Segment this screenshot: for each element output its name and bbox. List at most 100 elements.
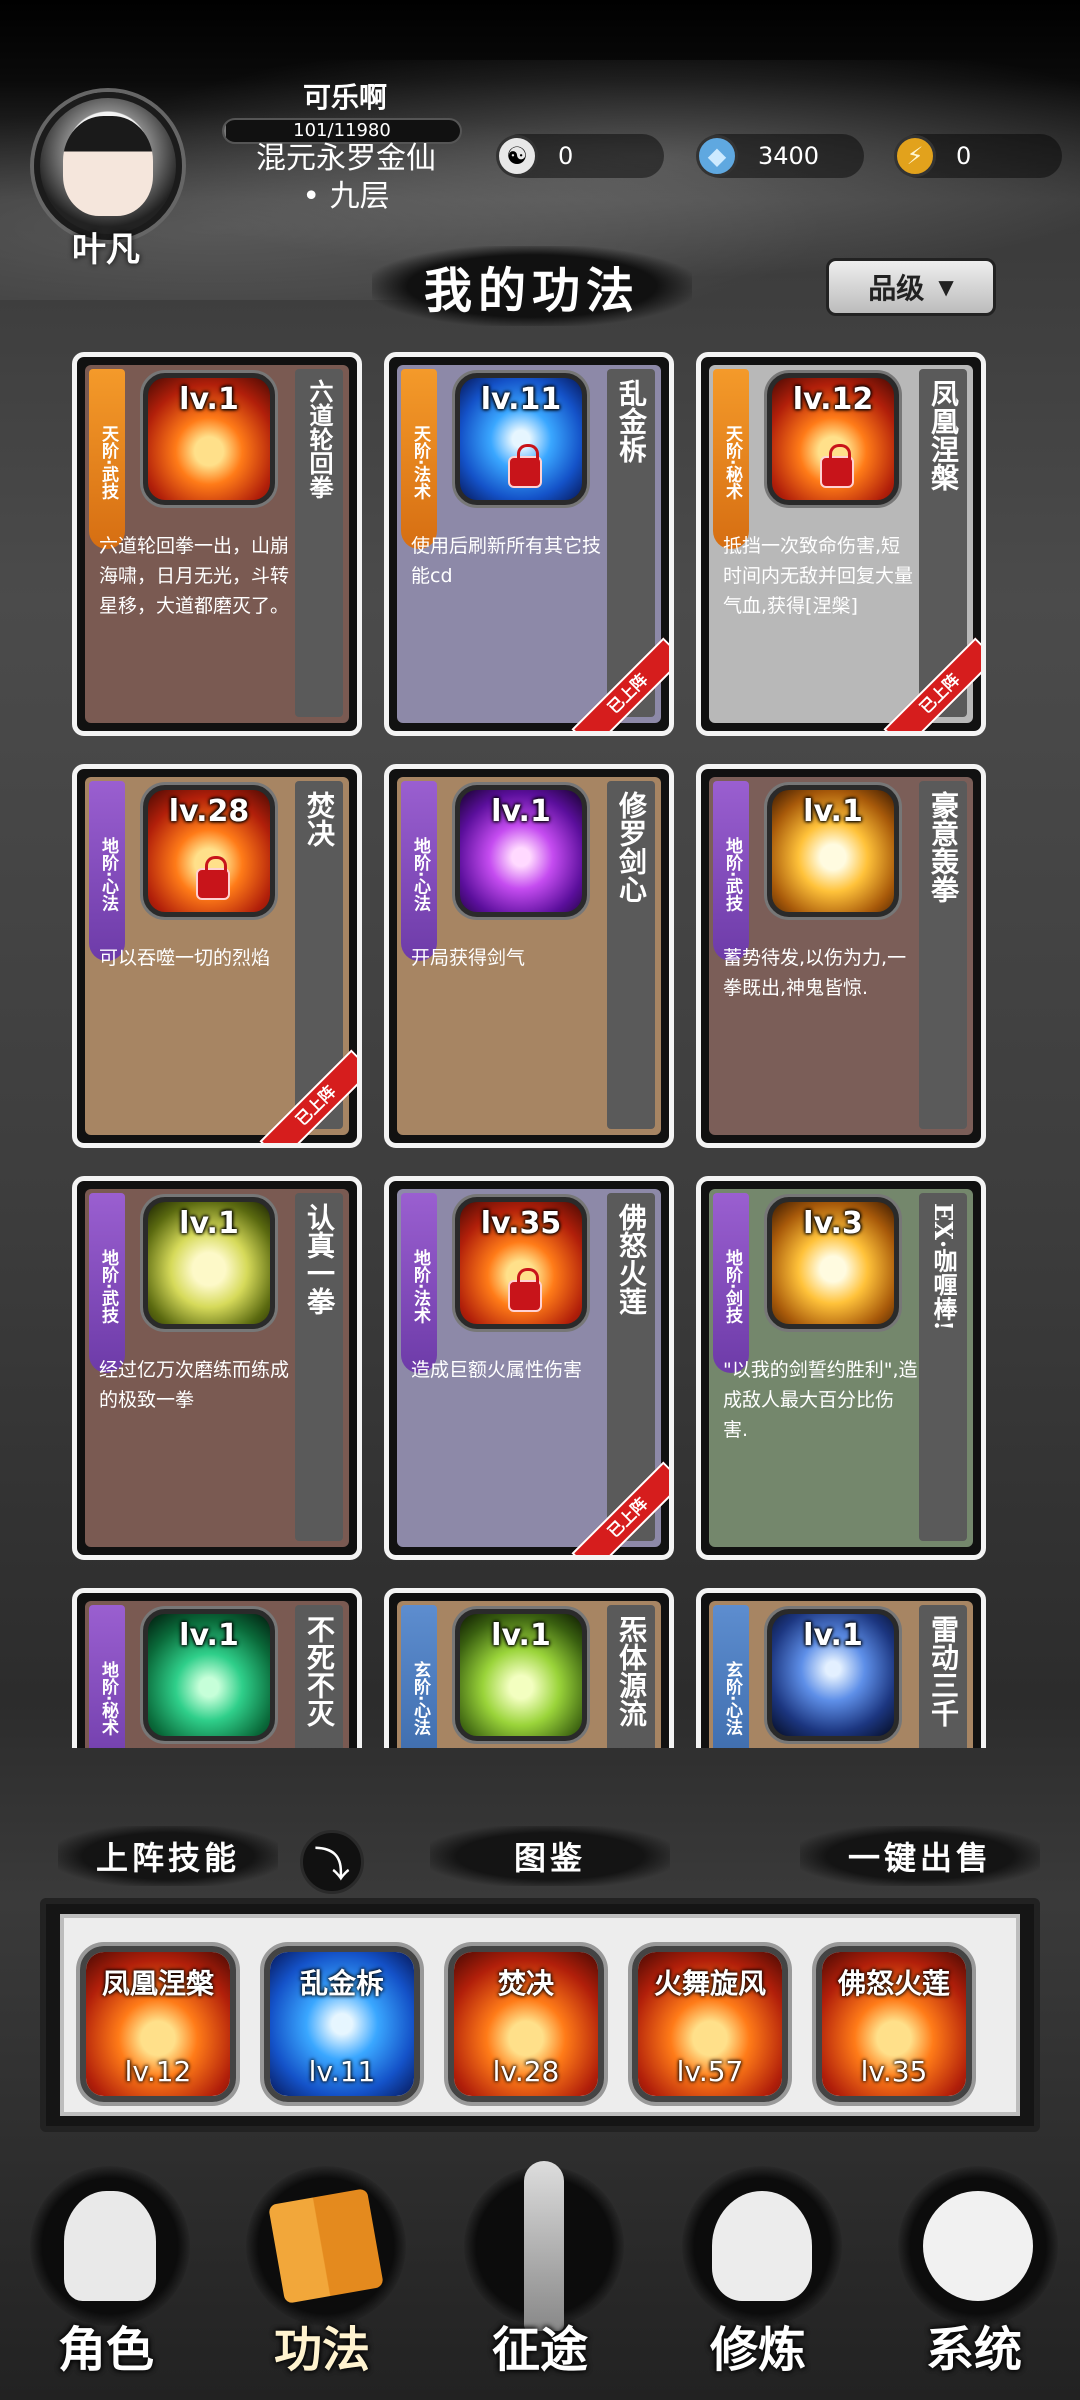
resource-value: 0 bbox=[558, 142, 574, 170]
skill-grade-tag: 玄阶·心法 bbox=[713, 1605, 749, 1748]
skill-grid[interactable]: 天阶·武技 lv.1 六道轮回拳 六道轮回拳一出，山崩海啸，日月无光，斗转星移，大道都… bbox=[72, 352, 1002, 1748]
skill-card[interactable]: 地阶·心法 lv.1 修罗剑心 开局获得剑气 bbox=[384, 764, 674, 1148]
slot-skill-name: 焚决 bbox=[497, 1967, 554, 2000]
lock-icon bbox=[508, 444, 542, 488]
nav-item-character[interactable]: 角色 bbox=[6, 2148, 206, 2388]
skill-card[interactable]: 地阶·秘术 lv.1 不死不灭 bbox=[72, 1588, 362, 1748]
skill-description: 经过亿万次磨练而练成的极致一拳 bbox=[99, 1359, 290, 1411]
skill-description: 使用后刷新所有其它技能cd bbox=[411, 535, 602, 587]
nav-figure bbox=[923, 2191, 1033, 2301]
arrow-down-icon[interactable]: ⤵ bbox=[300, 1830, 364, 1894]
slot-skill-level: lv.28 bbox=[492, 2055, 560, 2088]
skill-grade-tag: 地阶·秘术 bbox=[89, 1605, 125, 1748]
nav-figure bbox=[268, 2188, 384, 2304]
nav-label: 角色 bbox=[57, 2322, 154, 2378]
skill-grade-tag: 天阶·法术 bbox=[401, 369, 437, 549]
system-icon bbox=[898, 2166, 1058, 2326]
skill-description: 造成巨额火属性伤害 bbox=[411, 1359, 583, 1381]
lightning-icon: ⚡ bbox=[894, 135, 936, 177]
skill-name: EX·咖喱棒! bbox=[919, 1193, 967, 1541]
skill-icon: lv.1 bbox=[455, 785, 587, 917]
skill-card-body: 地阶·法术 lv.35 佛怒火莲 造成巨额火属性伤害 已上阵 bbox=[397, 1189, 669, 1555]
skill-card[interactable]: 天阶·秘术 lv.12 凤凰涅槃 抵挡一次致命伤害,短时间内无敌并回复大量气血,获得[… bbox=[696, 352, 986, 736]
skill-card-body: 地阶·武技 lv.1 豪意轰拳 蓄势待发,以伤为力,一拳既出,神鬼皆惊. bbox=[709, 777, 973, 1135]
skill-card-body: 天阶·武技 lv.1 六道轮回拳 六道轮回拳一出，山崩海啸，日月无光，斗转星移，大道都… bbox=[85, 365, 349, 723]
resource-gem[interactable]: ◆ 3400 bbox=[696, 134, 864, 178]
resource-value: 3400 bbox=[758, 142, 820, 170]
skill-card[interactable]: 玄阶·心法 lv.1 炁体源流 bbox=[384, 1588, 674, 1748]
skill-level: lv.1 bbox=[179, 1206, 239, 1241]
skill-card[interactable]: 玄阶·心法 lv.1 雷动三千 bbox=[696, 1588, 986, 1748]
skill-level: lv.3 bbox=[803, 1206, 863, 1241]
skill-level: lv.1 bbox=[179, 1618, 239, 1653]
lock-icon bbox=[508, 1268, 542, 1312]
sort-by-grade-button[interactable]: 品级 ▼ bbox=[826, 258, 996, 316]
skill-icon: lv.1 bbox=[143, 373, 275, 505]
yin-yang-icon: ☯ bbox=[496, 135, 538, 177]
resource-yinyang[interactable]: ☯ 0 bbox=[496, 134, 664, 178]
skill-icon: lv.28 bbox=[143, 785, 275, 917]
skill-icon: lv.35 bbox=[455, 1197, 587, 1329]
skill-card[interactable]: 地阶·武技 lv.1 认真一拳 经过亿万次磨练而练成的极致一拳 bbox=[72, 1176, 362, 1560]
skill-icon: lv.1 bbox=[455, 1609, 587, 1741]
skill-card-body: 玄阶·心法 lv.1 炁体源流 bbox=[397, 1601, 661, 1748]
crystal-gem-icon: ◆ bbox=[696, 135, 738, 177]
skill-icon: lv.12 bbox=[767, 373, 899, 505]
skill-card[interactable]: 地阶·心法 lv.28 焚决 可以吞噬一切的烈焰 已上阵 bbox=[72, 764, 362, 1148]
skill-grade-tag: 地阶·武技 bbox=[713, 781, 749, 961]
sort-label: 品级 bbox=[868, 272, 925, 305]
realm-tier: • 九层 bbox=[302, 179, 390, 214]
chevron-down-icon: ▼ bbox=[938, 275, 954, 299]
skill-name: 不死不灭 bbox=[295, 1605, 343, 1748]
skill-level: lv.12 bbox=[792, 382, 874, 417]
skill-icon: lv.3 bbox=[767, 1197, 899, 1329]
skill-grade-tag: 地阶·心法 bbox=[89, 781, 125, 961]
equipped-slot[interactable]: 火舞旋风 lv.57 bbox=[632, 1946, 788, 2102]
slot-skill-name: 凤凰涅槃 bbox=[101, 1967, 214, 2000]
skill-card[interactable]: 天阶·武技 lv.1 六道轮回拳 六道轮回拳一出，山崩海啸，日月无光，斗转星移，大道都… bbox=[72, 352, 362, 736]
skill-grade-tag: 地阶·法术 bbox=[401, 1193, 437, 1373]
exp-text: 101/11980 bbox=[293, 120, 391, 141]
nav-figure bbox=[524, 2161, 564, 2331]
player-avatar[interactable] bbox=[34, 92, 182, 240]
nav-item-skill-book[interactable]: 功法 bbox=[222, 2148, 422, 2388]
skill-description: 六道轮回拳一出，山崩海啸，日月无光，斗转星移，大道都磨灭了。 bbox=[99, 535, 290, 617]
skill-level: lv.1 bbox=[803, 794, 863, 829]
skill-card[interactable]: 地阶·法术 lv.35 佛怒火莲 造成巨额火属性伤害 已上阵 bbox=[384, 1176, 674, 1560]
skill-description: 可以吞噬一切的烈焰 bbox=[99, 947, 271, 969]
skill-name: 豪意轰拳 bbox=[919, 781, 967, 1129]
nav-item-meditation[interactable]: 修炼 bbox=[658, 2148, 858, 2388]
skill-description: 开局获得剑气 bbox=[411, 947, 526, 969]
skill-grade-tag: 地阶·心法 bbox=[401, 781, 437, 961]
realm-name: 混元永罗金仙 bbox=[256, 141, 436, 176]
nav-item-sword-journey[interactable]: 征途 bbox=[440, 2148, 640, 2388]
nav-figure bbox=[64, 2191, 156, 2301]
resource-energy[interactable]: ⚡ 0 bbox=[894, 134, 1062, 178]
skill-level: lv.1 bbox=[491, 794, 551, 829]
nav-label: 修炼 bbox=[709, 2322, 806, 2378]
codex-button[interactable]: 图鉴 bbox=[430, 1826, 670, 1886]
sell-all-button[interactable]: 一键出售 bbox=[800, 1826, 1040, 1886]
skill-name: 修罗剑心 bbox=[607, 781, 655, 1129]
skill-card[interactable]: 地阶·剑技 lv.3 EX·咖喱棒! "以我的剑誓约胜利",造成敌人最大百分比伤害. bbox=[696, 1176, 986, 1560]
skill-level: lv.1 bbox=[491, 1618, 551, 1653]
equipped-slot[interactable]: 佛怒火莲 lv.35 bbox=[816, 1946, 972, 2102]
skill-card[interactable]: 地阶·武技 lv.1 豪意轰拳 蓄势待发,以伤为力,一拳既出,神鬼皆惊. bbox=[696, 764, 986, 1148]
nav-label: 功法 bbox=[273, 2322, 370, 2378]
skill-card-body: 天阶·法术 lv.11 乱金柝 使用后刷新所有其它技能cd 已上阵 bbox=[397, 365, 669, 731]
equipped-slot[interactable]: 乱金柝 lv.11 bbox=[264, 1946, 420, 2102]
skill-icon: lv.1 bbox=[143, 1609, 275, 1741]
equipped-slot[interactable]: 凤凰涅槃 lv.12 bbox=[80, 1946, 236, 2102]
skill-level: lv.35 bbox=[480, 1206, 562, 1241]
equipped-slot[interactable]: 焚决 lv.28 bbox=[448, 1946, 604, 2102]
skill-card[interactable]: 天阶·法术 lv.11 乱金柝 使用后刷新所有其它技能cd 已上阵 bbox=[384, 352, 674, 736]
skill-icon: lv.1 bbox=[767, 1609, 899, 1741]
skill-icon: lv.1 bbox=[767, 785, 899, 917]
skill-level: lv.28 bbox=[168, 794, 250, 829]
slot-skill-name: 乱金柝 bbox=[299, 1967, 384, 2000]
skill-name: 炁体源流 bbox=[607, 1605, 655, 1748]
skill-description: 蓄势待发,以伤为力,一拳既出,神鬼皆惊. bbox=[723, 947, 907, 999]
nav-item-system[interactable]: 系统 bbox=[874, 2148, 1074, 2388]
skill-description: "以我的剑誓约胜利",造成敌人最大百分比伤害. bbox=[723, 1359, 918, 1441]
character-icon bbox=[30, 2166, 190, 2326]
